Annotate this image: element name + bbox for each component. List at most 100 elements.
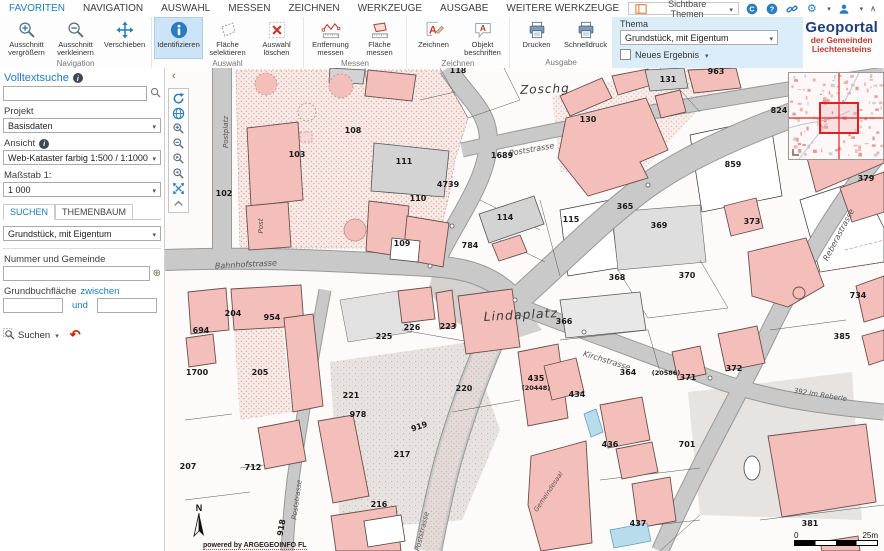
projekt-value: Basisdaten bbox=[8, 121, 53, 131]
parcel-label: 701 bbox=[679, 440, 696, 449]
parcel-label: 223 bbox=[440, 322, 457, 331]
tab-themenbaum[interactable]: THEMENBAUM bbox=[55, 204, 133, 220]
info-icon[interactable]: i bbox=[39, 139, 49, 149]
ribbon-button-pan[interactable]: Verschieben bbox=[100, 17, 149, 59]
draw-icon: A bbox=[424, 20, 444, 40]
flaeche-min-input[interactable] bbox=[3, 298, 63, 313]
parcel-label: 217 bbox=[394, 450, 411, 459]
chevron-down-icon bbox=[150, 153, 156, 163]
minimap-extent-rect[interactable] bbox=[820, 103, 858, 133]
visible-themes-button[interactable]: Sichtbare Themen bbox=[628, 2, 739, 15]
ribbon-button-zoom-in[interactable]: Ausschnittvergrößern bbox=[2, 17, 51, 59]
link-icon[interactable] bbox=[786, 2, 799, 15]
scale-max: 25m bbox=[862, 532, 878, 540]
parcel-label: 114 bbox=[497, 213, 514, 222]
map-canvas[interactable]: ZoschgLindaplatzBahnhofstrassePostplatzP… bbox=[165, 68, 884, 551]
ribbon-button-select-area[interactable]: Flächeselektieren bbox=[203, 17, 252, 59]
ribbon-button-draw[interactable]: AZeichnen bbox=[409, 17, 458, 59]
copyright-icon[interactable]: C bbox=[746, 2, 759, 15]
logo-title: Geoportal bbox=[805, 20, 878, 36]
ribbon-button-label-object[interactable]: AObjektbeschriften bbox=[458, 17, 507, 59]
parcel-label: 1689 bbox=[491, 151, 514, 160]
tab-weitere-werkzeuge[interactable]: WEITERE WERKZEUGE bbox=[497, 1, 628, 16]
zoom-out-icon[interactable] bbox=[171, 136, 186, 150]
ribbon-button-print[interactable]: Drucken bbox=[512, 17, 561, 58]
user-icon[interactable] bbox=[838, 2, 851, 15]
parcel-label: 734 bbox=[850, 291, 867, 300]
next-extent-icon[interactable] bbox=[171, 166, 186, 180]
chevron-down-icon[interactable] bbox=[703, 50, 709, 60]
search-theme-select[interactable]: Grundstück, mit Eigentum bbox=[3, 226, 161, 241]
massstab-combobox[interactable]: 1 000 bbox=[3, 182, 161, 197]
scale-bar-graphic bbox=[794, 540, 878, 546]
search-panel: Grundstück, mit Eigentum Nummer und Geme… bbox=[3, 219, 161, 343]
nummer-gemeinde-label: Nummer und Gemeinde bbox=[4, 254, 161, 265]
parcel-label: 109 bbox=[394, 239, 411, 248]
search-dropdown-icon[interactable] bbox=[53, 330, 59, 341]
parcel-label: 436 bbox=[602, 440, 619, 449]
tab-navigation[interactable]: NAVIGATION bbox=[74, 1, 152, 16]
ribbon-button-label: Drucken bbox=[523, 41, 551, 49]
projekt-select[interactable]: Basisdaten bbox=[3, 118, 161, 133]
minimap-expand-icon[interactable] bbox=[793, 149, 799, 155]
print-icon bbox=[527, 20, 547, 40]
massstab-value: 1 000 bbox=[8, 185, 31, 195]
parcel-label: 371 bbox=[680, 373, 697, 382]
parcel-label: 978 bbox=[350, 410, 367, 419]
parcel-label: (20586) bbox=[652, 369, 681, 377]
zoom-in-icon[interactable] bbox=[171, 121, 186, 135]
new-result-checkbox[interactable] bbox=[620, 49, 631, 60]
globe-icon[interactable] bbox=[171, 106, 186, 120]
ansicht-select[interactable]: Web-Kataster farbig 1:500 / 1:1000 bbox=[3, 150, 161, 165]
pick-on-map-icon[interactable]: ⊕ bbox=[153, 268, 161, 279]
collapse-sidebar-icon[interactable] bbox=[172, 71, 176, 81]
parcel-label: 784 bbox=[462, 241, 479, 250]
ribbon-button-label: beschriften bbox=[464, 49, 501, 57]
previous-extent-icon[interactable] bbox=[171, 151, 186, 165]
gear-dropdown-icon[interactable] bbox=[825, 3, 831, 14]
user-dropdown-icon[interactable] bbox=[858, 3, 864, 14]
tab-auswahl[interactable]: AUSWAHL bbox=[152, 1, 219, 16]
tab-messen[interactable]: MESSEN bbox=[219, 1, 279, 16]
parcel-label: 434 bbox=[569, 390, 586, 399]
collapse-ribbon-icon[interactable] bbox=[870, 3, 876, 14]
ribbon-button-zoom-out[interactable]: Ausschnittverkleinern bbox=[51, 17, 100, 59]
help-icon[interactable]: ? bbox=[766, 2, 779, 15]
tab-favoriten[interactable]: FAVORITEN bbox=[0, 1, 74, 16]
ribbon-button-measure-distance[interactable]: Entfernungmessen bbox=[306, 17, 355, 59]
ribbon-button-label: Schnelldruck bbox=[564, 41, 607, 49]
gear-icon[interactable]: ⚙ bbox=[805, 2, 818, 15]
ribbon-groups: AusschnittvergrößernAusschnittverkleiner… bbox=[0, 17, 613, 68]
street-label: Post bbox=[257, 218, 265, 233]
thema-selected-value: Grundstück, mit Eigentum bbox=[625, 33, 729, 43]
panel-icon bbox=[634, 2, 647, 15]
collapse-toolbar-icon[interactable] bbox=[171, 196, 186, 210]
chevron-down-icon bbox=[727, 4, 733, 14]
ribbon-button-measure-area[interactable]: Flächemessen bbox=[355, 17, 404, 59]
geoportal-app: FAVORITENNAVIGATIONAUSWAHLMESSENZEICHNEN… bbox=[0, 0, 884, 551]
ribbon-button-label: selektieren bbox=[209, 49, 245, 57]
new-result-label: Neues Ergebnis bbox=[635, 50, 699, 60]
tab-ausgabe[interactable]: AUSGABE bbox=[431, 1, 497, 16]
ribbon-group-auswahl: IdentifizierenFlächeselektierenAuswahllö… bbox=[152, 17, 304, 68]
flaeche-max-input[interactable] bbox=[97, 298, 157, 313]
tab-suchen[interactable]: SUCHEN bbox=[3, 204, 55, 220]
tab-werkzeuge[interactable]: WERKZEUGE bbox=[349, 1, 431, 16]
ribbon-button-label: verkleinern bbox=[57, 49, 94, 57]
cadastral-map[interactable]: ZoschgLindaplatzBahnhofstrassePostplatzP… bbox=[165, 68, 884, 551]
ribbon-button-quick-print[interactable]: Schnelldruck bbox=[561, 17, 610, 58]
ribbon-button-identify[interactable]: Identifizieren bbox=[154, 17, 203, 59]
info-icon[interactable]: i bbox=[73, 73, 83, 83]
search-button[interactable]: Suchen bbox=[18, 330, 50, 341]
full-extent-icon[interactable] bbox=[171, 181, 186, 195]
tab-zeichnen[interactable]: ZEICHNEN bbox=[279, 1, 348, 16]
refresh-icon[interactable] bbox=[171, 91, 186, 105]
thema-select[interactable]: Grundstück, mit Eigentum bbox=[620, 30, 778, 45]
ribbon-button-clear-selection[interactable]: Auswahllöschen bbox=[252, 17, 301, 59]
search-icon[interactable] bbox=[150, 87, 161, 101]
nummer-gemeinde-input[interactable] bbox=[3, 266, 150, 281]
label-object-icon: A bbox=[473, 20, 493, 40]
fulltext-search-input[interactable] bbox=[3, 86, 147, 101]
reset-icon[interactable] bbox=[70, 327, 81, 343]
overview-minimap[interactable] bbox=[788, 72, 884, 160]
